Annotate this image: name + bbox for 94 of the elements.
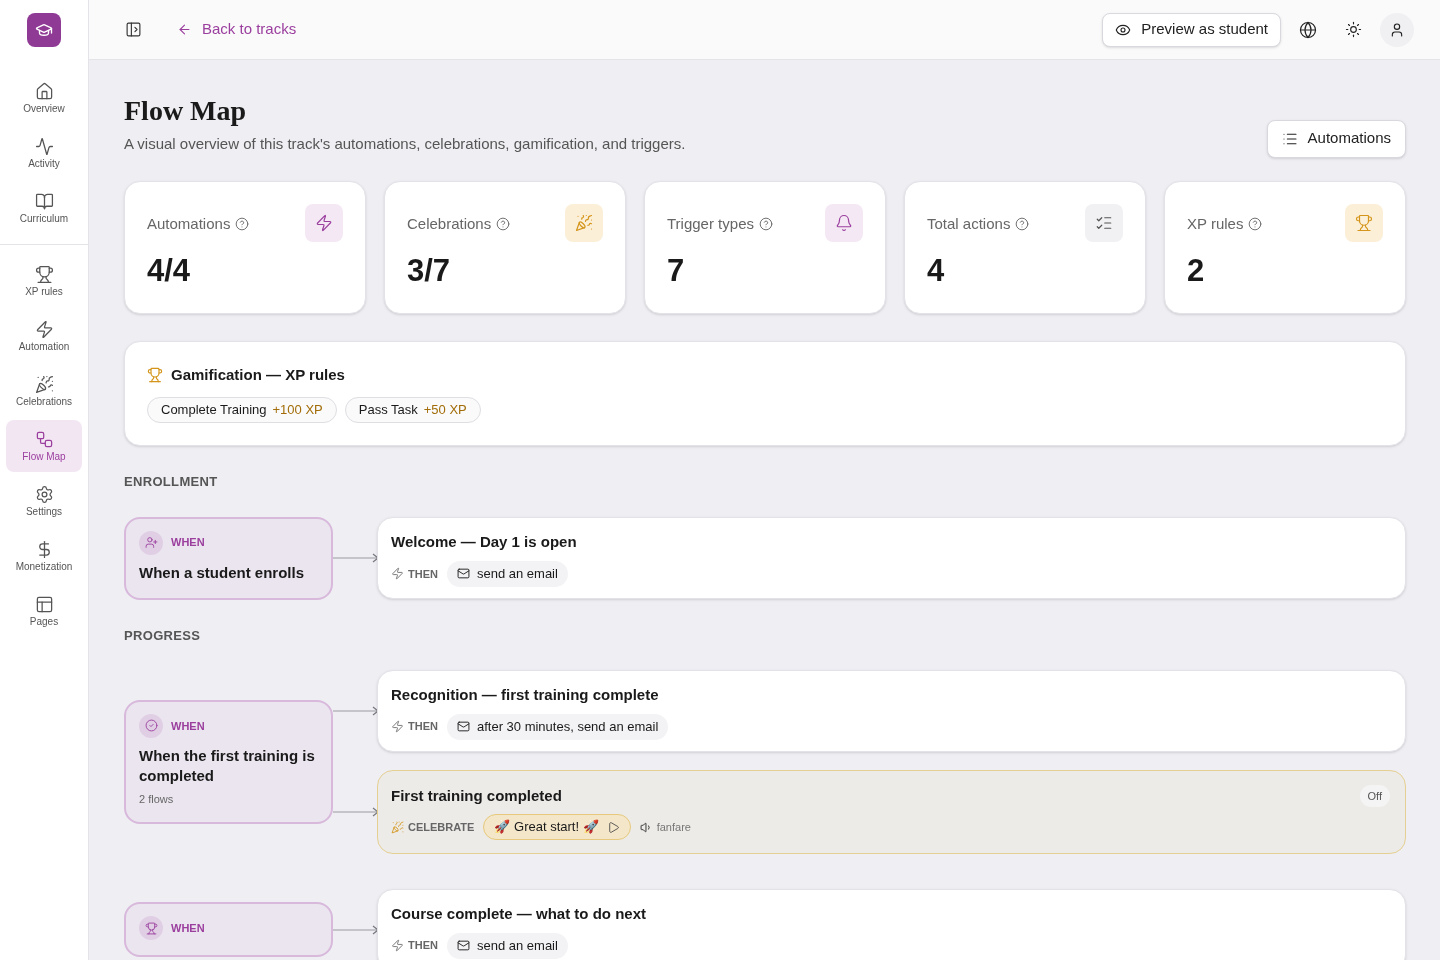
section-heading: PROGRESS	[124, 626, 202, 645]
step-label: THEN	[408, 719, 438, 735]
preview-button[interactable]: Preview as student	[1102, 12, 1281, 47]
back-link[interactable]: Back to tracks	[177, 18, 297, 41]
party-popper-icon	[34, 375, 54, 394]
xp-points: +100 XP	[272, 401, 323, 420]
party-popper-icon	[575, 213, 593, 232]
trigger-title: When the first training is completed	[139, 745, 316, 786]
action-chip: send an email	[446, 560, 568, 587]
action-title: Course complete — what to do next	[391, 904, 647, 924]
trigger-card[interactable]: WHEN When a student enrolls	[124, 516, 333, 600]
sidebar-item[interactable]: Activity	[6, 127, 82, 179]
action-card[interactable]: Welcome — Day 1 is open THEN send an email	[377, 517, 1406, 599]
help-icon	[1248, 216, 1263, 231]
trigger-card[interactable]: WHEN When the first training is completed 2 flows	[124, 699, 333, 825]
lightning-icon	[34, 320, 54, 339]
step-label: THEN	[408, 566, 438, 582]
flow-icon	[34, 430, 54, 449]
stat-value: 4/4	[147, 254, 192, 286]
stat-label: XP rules	[1187, 213, 1244, 234]
globe-icon[interactable]	[1299, 20, 1317, 39]
flow-count: 2 flows	[139, 791, 175, 807]
trigger-title: When a student enrolls	[139, 562, 305, 583]
trophy-icon	[147, 366, 163, 383]
lightning-icon	[391, 720, 404, 733]
action-card[interactable]: Recognition — first training complete THEN after 30 minutes, send an email	[377, 670, 1406, 752]
sidebar-item[interactable]: Pages	[6, 585, 82, 637]
action-card[interactable]: Course complete — what to do next THEN send an email	[377, 889, 1406, 960]
mail-icon	[456, 939, 470, 952]
trigger-card[interactable]: WHEN	[124, 902, 333, 958]
help-icon	[235, 216, 250, 231]
sidebar-item[interactable]: Overview	[6, 72, 82, 124]
automations-button[interactable]: Automations	[1266, 119, 1406, 158]
play-icon[interactable]	[606, 820, 620, 834]
party-popper-icon	[391, 820, 404, 834]
stat-label: Total actions	[927, 213, 1011, 234]
settings-icon	[34, 485, 54, 504]
sidebar-item[interactable]: Automation	[6, 310, 82, 362]
xp-points: +50 XP	[423, 401, 467, 420]
layout-icon	[34, 595, 54, 614]
app-logo[interactable]	[27, 13, 61, 47]
sidebar-item[interactable]: Celebrations	[6, 365, 82, 417]
home-icon	[34, 82, 54, 101]
activity-icon	[34, 137, 54, 156]
lightning-icon	[391, 567, 404, 581]
sidebar-toggle-icon[interactable]	[125, 21, 142, 38]
user-plus-icon	[139, 530, 163, 555]
action-chip: send an email	[446, 932, 568, 959]
stat-label: Trigger types	[667, 213, 754, 234]
sidebar-item[interactable]: Settings	[6, 475, 82, 527]
trophy-icon	[139, 916, 163, 941]
stat-value: 7	[667, 254, 686, 286]
sidebar-item[interactable]: XP rules	[6, 255, 82, 307]
sidebar-item[interactable]: Flow Map	[6, 420, 82, 472]
user-avatar[interactable]	[1380, 12, 1414, 47]
mail-icon	[456, 567, 470, 581]
action-title: Welcome — Day 1 is open	[391, 532, 577, 553]
status-badge: Off	[1359, 784, 1390, 807]
bell-icon	[835, 213, 853, 232]
gamification-title: Gamification — XP rules	[171, 364, 345, 385]
when-label: WHEN	[171, 718, 205, 734]
stat-label: Celebrations	[407, 213, 492, 234]
stat-label: Automations	[147, 213, 231, 234]
step-label: THEN	[408, 938, 438, 954]
stat-value: 4	[927, 254, 946, 286]
celebration-card[interactable]: First training completed Off CELEBRATE 🚀 Great start! 🚀 fanfare	[377, 769, 1406, 854]
lightning-icon	[315, 213, 333, 232]
page-title: Flow Map	[124, 94, 248, 128]
action-title: First training completed	[391, 785, 562, 806]
sun-icon[interactable]	[1345, 21, 1362, 38]
help-icon	[1015, 216, 1030, 231]
mail-icon	[456, 720, 470, 733]
stat-value: 2	[1187, 254, 1206, 286]
stat-value: 3/7	[407, 254, 452, 286]
celebration-chip[interactable]: 🚀 Great start! 🚀	[483, 814, 631, 840]
sidebar-item[interactable]: Monetization	[6, 530, 82, 582]
when-label: WHEN	[171, 535, 205, 551]
trophy-icon	[34, 265, 54, 284]
help-icon	[759, 216, 773, 231]
step-label: CELEBRATE	[408, 819, 475, 835]
speaker-icon	[639, 820, 653, 834]
sound-label: fanfare	[656, 819, 691, 835]
sidebar-item[interactable]: Curriculum	[6, 182, 82, 234]
help-icon	[496, 216, 511, 231]
page-subtitle: A visual overview of this track's automations, celebrations, gamification, and triggers.	[124, 134, 686, 154]
trophy-icon	[1355, 213, 1373, 232]
xp-rule-chip: Pass Task +50 XP	[344, 397, 481, 423]
when-label: WHEN	[171, 921, 205, 936]
book-icon	[34, 192, 54, 211]
lightning-icon	[391, 939, 404, 952]
section-heading: ENROLLMENT	[124, 473, 219, 491]
action-title: Recognition — first training complete	[391, 685, 659, 705]
xp-rule-chip: Complete Training +100 XP	[147, 397, 337, 423]
action-chip: after 30 minutes, send an email	[446, 713, 669, 740]
